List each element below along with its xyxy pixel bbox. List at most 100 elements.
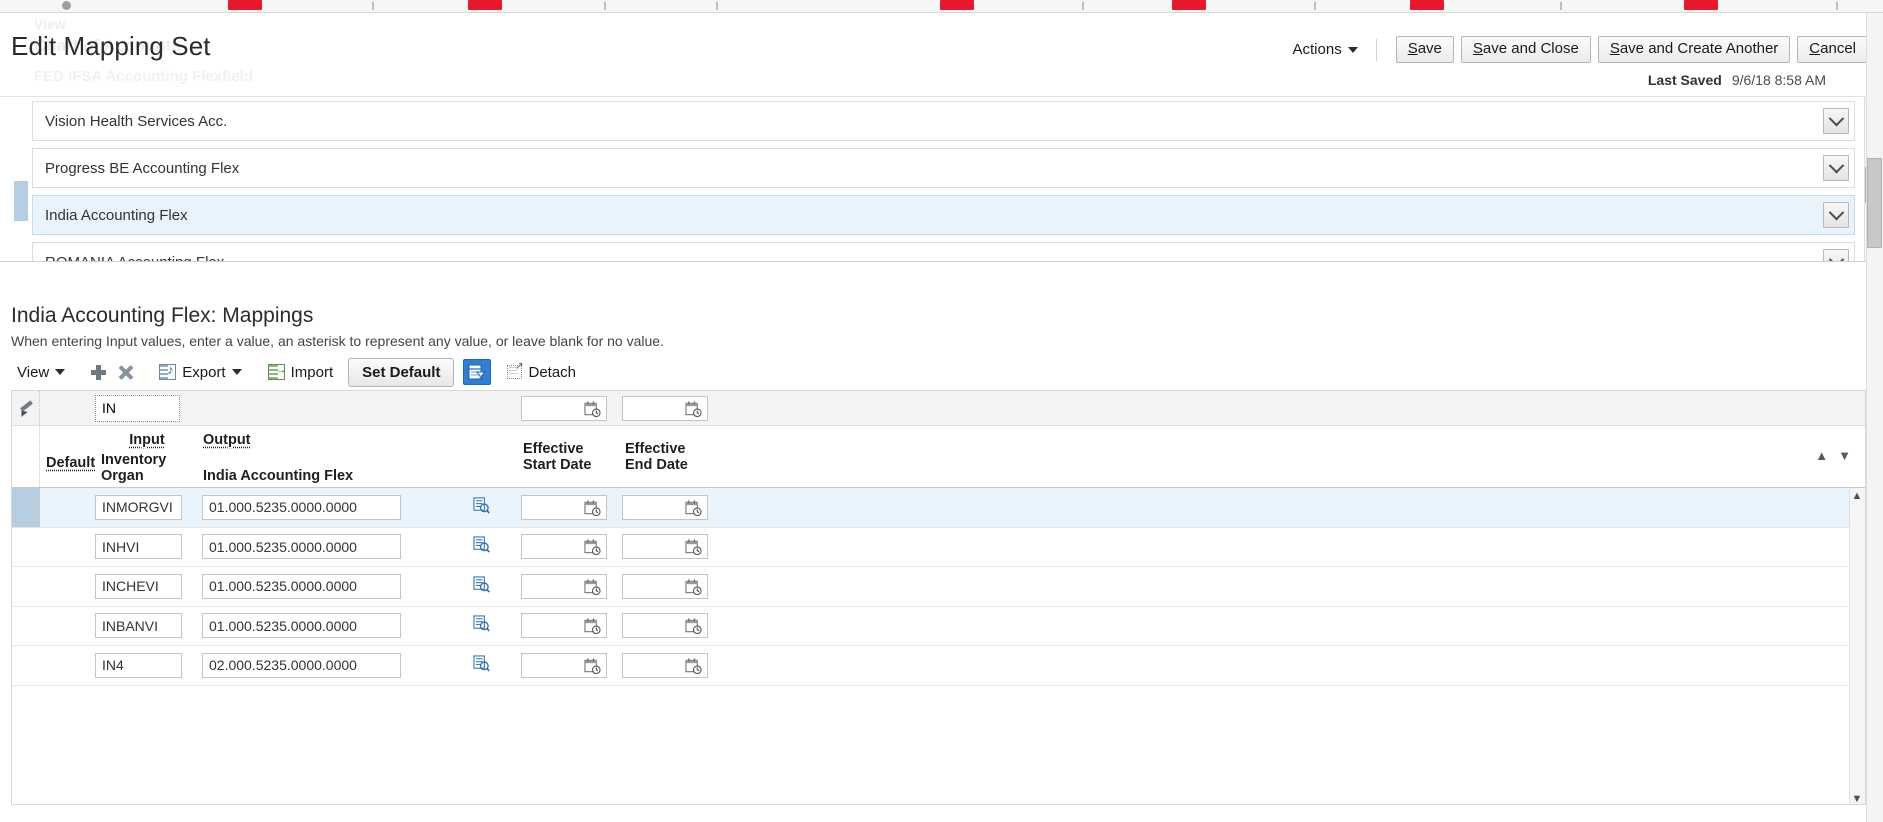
cell-input — [95, 613, 200, 639]
column-sort-controls[interactable]: ▲ ▼ — [1815, 448, 1851, 463]
row-select-marker[interactable] — [12, 567, 40, 606]
output-value-field[interactable] — [202, 652, 401, 678]
favicon-icon[interactable] — [1684, 0, 1718, 10]
table-row[interactable] — [12, 606, 1865, 646]
scroll-up-arrow-icon[interactable]: ▲ — [1850, 488, 1864, 503]
input-value-field[interactable] — [95, 652, 182, 678]
input-value-field[interactable] — [95, 573, 182, 599]
search-reference-icon[interactable] — [473, 615, 490, 632]
favicon-icon[interactable] — [940, 0, 974, 10]
output-lookup-button[interactable] — [473, 497, 490, 518]
chevron-down-icon[interactable] — [1823, 155, 1849, 181]
input-value-field[interactable] — [95, 534, 182, 560]
save-and-close-button[interactable]: Save and Close — [1460, 36, 1591, 63]
output-lookup-button[interactable] — [473, 536, 490, 557]
chevron-down-icon[interactable] — [1823, 108, 1849, 134]
chevron-down-icon[interactable] — [1823, 202, 1849, 228]
chrome-dot-icon — [62, 1, 71, 10]
output-value-field[interactable] — [202, 613, 401, 639]
row-select-marker[interactable] — [12, 488, 40, 527]
effective-end-date-field[interactable] — [622, 494, 708, 520]
input-value-field[interactable] — [95, 494, 182, 520]
filter-cell-effective-end — [622, 395, 723, 421]
output-lookup-button[interactable] — [473, 655, 490, 676]
filter-input-field[interactable] — [95, 394, 180, 422]
row-select-marker[interactable] — [12, 646, 40, 685]
output-value-field[interactable] — [202, 534, 401, 560]
export-button[interactable]: Export — [153, 361, 247, 384]
favicon-icon[interactable] — [1410, 0, 1444, 10]
filter-effective-start-date[interactable] — [521, 395, 607, 421]
effective-start-date-field[interactable] — [521, 494, 607, 520]
header-default-label: Default — [46, 455, 96, 471]
actions-menu-button[interactable]: Actions — [1289, 38, 1368, 61]
effective-start-date-field[interactable] — [521, 534, 607, 560]
header-cell-input[interactable]: Input Inventory Organ — [95, 426, 200, 487]
calendar-icon — [584, 658, 601, 674]
table-row[interactable] — [12, 488, 1865, 528]
query-by-example-toggle[interactable] — [463, 359, 492, 385]
filter-effective-end-date[interactable] — [622, 395, 708, 421]
table-row[interactable] — [12, 527, 1865, 567]
page-scrollbar[interactable] — [1866, 13, 1883, 822]
effective-start-date-field[interactable] — [521, 652, 607, 678]
save-button[interactable]: Save — [1395, 36, 1454, 63]
sort-ascending-icon[interactable]: ▲ — [1815, 448, 1828, 463]
effective-start-date-field[interactable] — [521, 573, 607, 599]
row-select-marker[interactable] — [12, 607, 40, 646]
header-cell-output[interactable]: Output India Accounting Flex — [200, 426, 469, 487]
search-reference-icon[interactable] — [473, 497, 490, 514]
table-row[interactable] — [12, 567, 1865, 607]
effective-end-date-field[interactable] — [622, 534, 708, 560]
cell-default — [40, 567, 95, 606]
output-lookup-button[interactable] — [473, 615, 490, 636]
search-reference-icon[interactable] — [473, 655, 490, 672]
ghost-flexfield-label: FED IFSA Accounting Flexfield — [34, 68, 253, 85]
cell-default — [40, 528, 95, 567]
calendar-icon — [584, 500, 601, 516]
output-value-field[interactable] — [202, 573, 401, 599]
input-value-field[interactable] — [95, 613, 182, 639]
flexfield-accordion-panel: Vision Health Services Acc. Progress BE … — [0, 96, 1883, 262]
header-cell-default[interactable]: Default — [40, 426, 95, 487]
view-menu-button[interactable]: View — [11, 361, 71, 384]
effective-start-date-field[interactable] — [521, 613, 607, 639]
output-lookup-button[interactable] — [473, 576, 490, 597]
import-button[interactable]: Import — [262, 361, 340, 384]
header-effective-end-label: Effective End Date — [625, 440, 688, 473]
scroll-down-arrow-icon[interactable]: ▼ — [1850, 791, 1864, 805]
effective-end-date-field[interactable] — [622, 573, 708, 599]
favicon-icon[interactable] — [228, 0, 262, 10]
table-scrollbar[interactable]: ▲ ▼ — [1849, 488, 1865, 805]
accordion-item-india[interactable]: India Accounting Flex — [32, 195, 1855, 235]
accordion-item-romania[interactable]: ROMANIA Accounting Flex — [32, 242, 1855, 261]
calendar-icon — [685, 579, 702, 595]
accordion-item-progress-be[interactable]: Progress BE Accounting Flex — [32, 148, 1855, 188]
effective-end-date-field[interactable] — [622, 613, 708, 639]
save-and-create-another-button[interactable]: Save and Create Another — [1597, 36, 1791, 63]
row-select-marker[interactable] — [12, 528, 40, 567]
page-title: Edit Mapping Set — [11, 31, 211, 61]
sort-descending-icon[interactable]: ▼ — [1838, 448, 1851, 463]
table-row[interactable] — [12, 646, 1865, 686]
favicon-icon[interactable] — [468, 0, 502, 10]
output-value-field[interactable] — [202, 494, 401, 520]
chrome-tick-icon — [1836, 2, 1838, 10]
page-scroll-thumb[interactable] — [1867, 158, 1882, 248]
mappings-section-hint: When entering Input values, enter a valu… — [11, 333, 664, 349]
search-reference-icon[interactable] — [473, 536, 490, 553]
set-default-button[interactable]: Set Default — [348, 357, 455, 387]
chevron-down-icon[interactable] — [1823, 249, 1849, 261]
detach-button[interactable]: Detach — [501, 361, 582, 384]
cancel-button[interactable]: Cancel — [1797, 36, 1868, 63]
search-reference-icon[interactable] — [473, 576, 490, 593]
header-action-bar: Actions Save Save and Close Save and Cre… — [1289, 36, 1868, 63]
favicon-icon[interactable] — [1172, 0, 1206, 10]
actions-menu-label: Actions — [1292, 41, 1342, 58]
effective-end-date-field[interactable] — [622, 652, 708, 678]
header-cell-effective-end[interactable]: Effective End Date — [622, 426, 723, 487]
add-row-button[interactable] — [85, 362, 112, 383]
header-cell-effective-start[interactable]: Effective Start Date — [521, 426, 622, 487]
accordion-item-vision-health[interactable]: Vision Health Services Acc. — [32, 101, 1855, 141]
delete-row-button[interactable] — [112, 362, 139, 383]
